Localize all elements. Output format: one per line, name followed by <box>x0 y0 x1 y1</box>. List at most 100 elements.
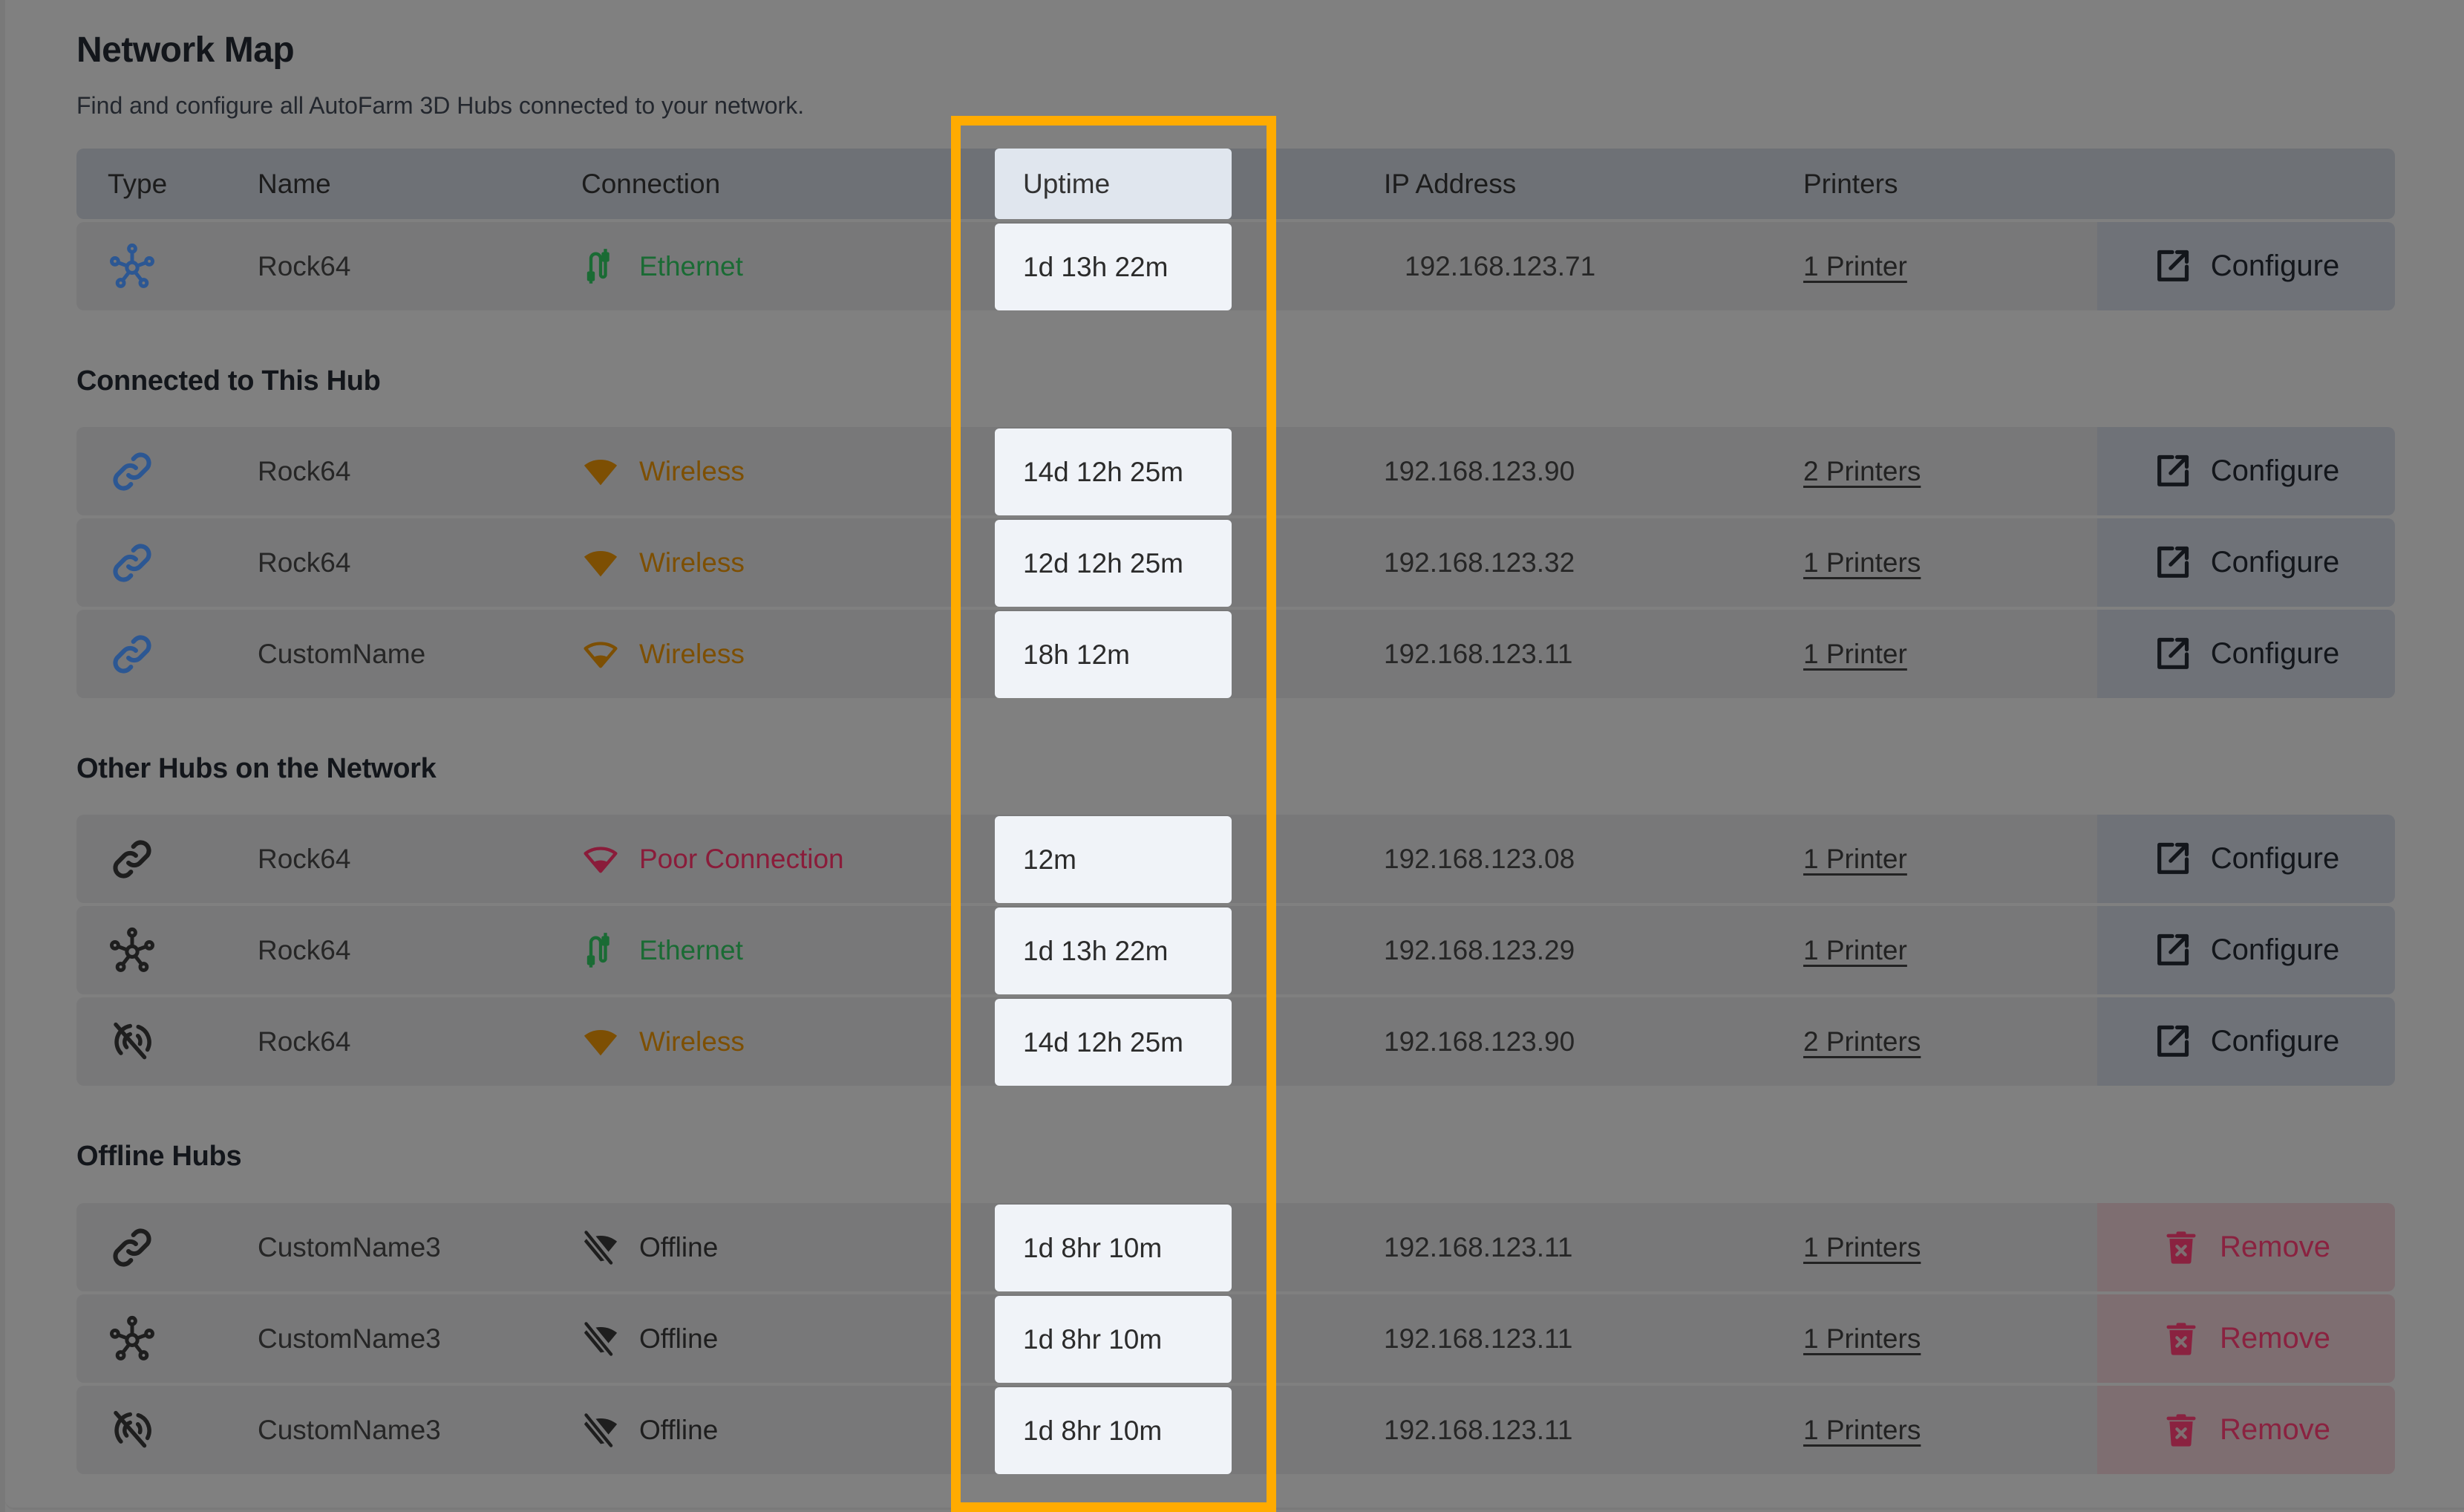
remove-button[interactable]: Remove <box>2097 1294 2395 1383</box>
connection-cell: Poor Connection <box>581 815 844 903</box>
action-label: Remove <box>2220 1322 2330 1355</box>
hub-row: Rock64 Wireless 14d 12h 25m 192.168.123.90 2… <box>76 427 2395 515</box>
printers-link[interactable]: 2 Printers <box>1803 1026 1921 1058</box>
uptime-cell: 18h 12m <box>995 611 1232 698</box>
link-icon <box>108 835 157 884</box>
table-header: Type Name Connection Uptime IP Address P… <box>76 149 2395 219</box>
hub-row: CustomName3 Offline 1d 8hr 10m 192.168.123.… <box>76 1386 2395 1474</box>
name-cell: Rock64 <box>258 518 350 607</box>
ip-address: 192.168.123.29 <box>1384 934 1575 965</box>
ip-address: 192.168.123.11 <box>1384 1414 1573 1445</box>
left-edge-divider <box>0 0 5 1512</box>
printers-link[interactable]: 1 Printer <box>1803 844 1907 875</box>
hub-icon <box>108 926 157 975</box>
hub-row: Rock64 Wireless 12d 12h 25m 192.168.123.32 1… <box>76 518 2395 607</box>
connection-cell: Ethernet <box>581 906 743 994</box>
hub-row: Rock64 Poor Connection 12m 192.168.123.08 1 … <box>76 815 2395 903</box>
printers-link[interactable]: 1 Printers <box>1803 1232 1921 1263</box>
printers-link[interactable]: 1 Printer <box>1803 935 1907 966</box>
uptime-cell: 1d 8hr 10m <box>995 1387 1232 1474</box>
external-link-icon <box>2153 931 2192 970</box>
ethernet-cable-icon <box>581 247 620 286</box>
printers-link[interactable]: 1 Printer <box>1803 251 1907 282</box>
connection-status: Ethernet <box>639 934 743 965</box>
hub-name: Rock64 <box>258 934 351 965</box>
action-label: Configure <box>2210 637 2340 670</box>
ip-cell: 192.168.123.71 <box>1405 222 1595 310</box>
configure-button[interactable]: Configure <box>2097 997 2395 1086</box>
name-cell: CustomName3 <box>258 1294 441 1383</box>
action-label: Configure <box>2210 933 2340 966</box>
ip-address: 192.168.123.90 <box>1384 455 1575 486</box>
configure-button[interactable]: Configure <box>2097 610 2395 698</box>
type-cell <box>108 997 157 1086</box>
uptime-cell: 12d 12h 25m <box>995 520 1232 607</box>
link-icon <box>108 1223 157 1272</box>
action-label: Remove <box>2220 1231 2330 1263</box>
hub-name: Rock64 <box>258 455 351 486</box>
hub-row: CustomName Wireless 18h 12m 192.168.123.11 1… <box>76 610 2395 698</box>
uptime-value: 12d 12h 25m <box>1023 547 1184 579</box>
ethernet-cable-icon <box>581 931 620 970</box>
connection-cell: Wireless <box>581 997 745 1086</box>
header-name: Name <box>258 168 331 199</box>
uptime-cell: 14d 12h 25m <box>995 428 1232 515</box>
hub-row: Rock64 Ethernet 1d 13h 22m 192.168.123.71 1 … <box>76 222 2395 310</box>
hub-name: CustomName3 <box>258 1414 441 1445</box>
ip-address: 192.168.123.71 <box>1405 250 1596 281</box>
configure-button[interactable]: Configure <box>2097 815 2395 903</box>
wifi-weak-icon <box>581 635 620 674</box>
configure-button[interactable]: Configure <box>2097 427 2395 515</box>
ip-address: 192.168.123.32 <box>1384 547 1575 578</box>
uptime-value: 18h 12m <box>1023 639 1130 670</box>
type-cell <box>108 1203 157 1291</box>
trash-icon <box>2162 1320 2200 1358</box>
wifi-full-icon <box>581 452 620 491</box>
configure-button[interactable]: Configure <box>2097 518 2395 607</box>
uptime-cell: 14d 12h 25m <box>995 999 1232 1086</box>
type-cell <box>108 427 157 515</box>
connection-status: Wireless <box>639 547 745 578</box>
external-link-icon <box>2153 544 2192 582</box>
ip-address: 192.168.123.08 <box>1384 843 1575 874</box>
printers-link[interactable]: 1 Printers <box>1803 547 1921 579</box>
uptime-value: 1d 8hr 10m <box>1023 1323 1163 1355</box>
ip-cell: 192.168.123.11 <box>1384 1294 1572 1383</box>
ip-address: 192.168.123.11 <box>1384 1231 1573 1262</box>
wifi-weak-icon <box>581 840 620 879</box>
printers-cell: 1 Printers <box>1803 1203 1921 1291</box>
configure-button[interactable]: Configure <box>2097 222 2395 310</box>
link-icon <box>108 447 157 496</box>
connection-status: Wireless <box>639 1026 745 1057</box>
header-uptime[interactable]: Uptime <box>995 149 1232 219</box>
type-cell <box>108 222 157 310</box>
ip-cell: 192.168.123.32 <box>1384 518 1575 607</box>
uptime-value: 14d 12h 25m <box>1023 1026 1184 1058</box>
printers-link[interactable]: 2 Printers <box>1803 456 1921 487</box>
printers-link[interactable]: 1 Printer <box>1803 639 1907 670</box>
printers-cell: 1 Printers <box>1803 1294 1921 1383</box>
section-heading: Other Hubs on the Network <box>76 753 437 784</box>
configure-button[interactable]: Configure <box>2097 906 2395 994</box>
uptime-cell: 1d 13h 22m <box>995 907 1232 994</box>
remove-button[interactable]: Remove <box>2097 1203 2395 1291</box>
printers-cell: 1 Printer <box>1803 815 1907 903</box>
hub-row: Rock64 Ethernet 1d 13h 22m 192.168.123.29 1 … <box>76 906 2395 994</box>
name-cell: Rock64 <box>258 222 350 310</box>
printers-link[interactable]: 1 Printers <box>1803 1415 1921 1446</box>
name-cell: CustomName3 <box>258 1203 441 1291</box>
connection-cell: Offline <box>581 1294 718 1383</box>
header-connection: Connection <box>581 168 721 199</box>
type-cell <box>108 1386 157 1474</box>
connection-cell: Ethernet <box>581 222 743 310</box>
connection-cell: Offline <box>581 1386 718 1474</box>
name-cell: Rock64 <box>258 906 350 994</box>
uptime-value: 12m <box>1023 844 1076 875</box>
connection-status: Ethernet <box>639 250 743 281</box>
remove-button[interactable]: Remove <box>2097 1386 2395 1474</box>
ip-cell: 192.168.123.11 <box>1384 1203 1572 1291</box>
type-cell <box>108 610 157 698</box>
printers-link[interactable]: 1 Printers <box>1803 1323 1921 1355</box>
name-cell: Rock64 <box>258 427 350 515</box>
name-cell: CustomName <box>258 610 425 698</box>
